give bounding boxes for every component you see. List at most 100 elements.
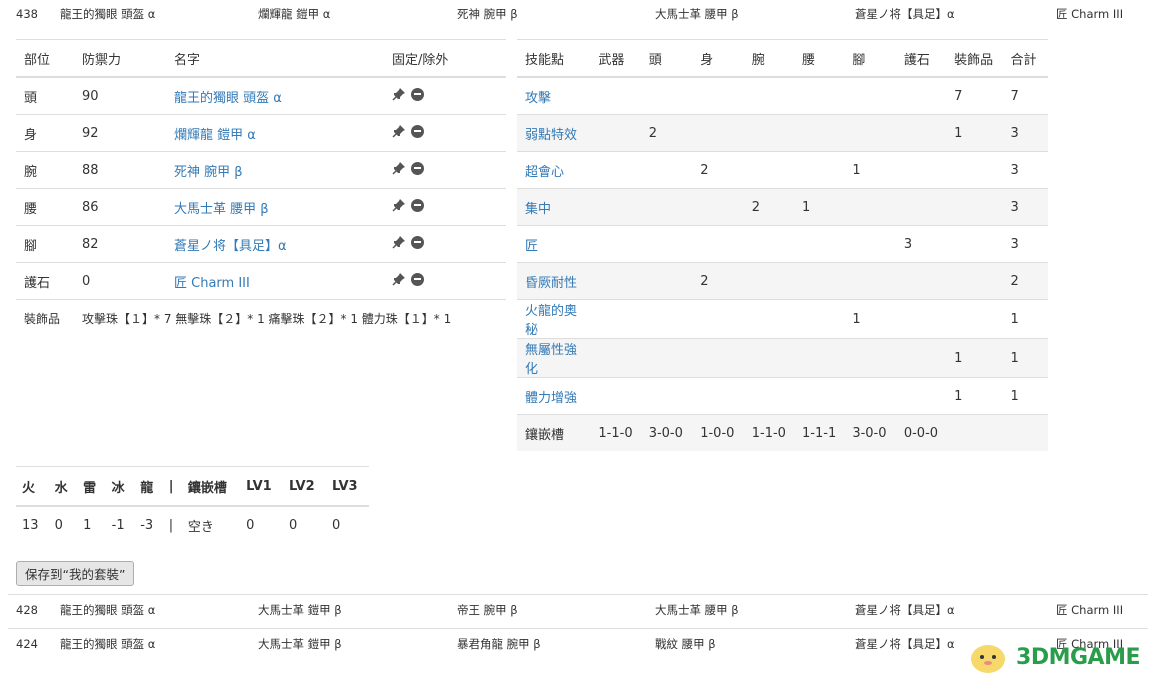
result-score: 438 — [16, 7, 38, 21]
skill-cell — [640, 262, 693, 300]
result-head: 龍王的獨眼 頭盔 α — [60, 603, 156, 617]
skill-cell — [895, 299, 947, 339]
exclude-icon[interactable] — [411, 87, 424, 101]
skill-col-header: 武器 — [590, 39, 641, 78]
equipment-row: 身 92 爛輝龍 鎧甲 α — [16, 114, 506, 152]
equip-name-link[interactable]: 匠 Charm III — [174, 276, 250, 291]
skill-cell — [640, 225, 693, 263]
equipment-row: 腰 86 大馬士革 腰甲 β — [16, 188, 506, 226]
skill-cell — [844, 76, 896, 115]
divider — [8, 594, 1148, 595]
equip-name-link[interactable]: 龍王的獨眼 頭盔 α — [174, 91, 282, 106]
equip-name-link[interactable]: 爛輝龍 鎧甲 α — [174, 128, 256, 143]
skill-cell: 1 — [844, 151, 896, 189]
watermark-text: 3DMGAME — [1016, 644, 1140, 670]
slot-empty — [1002, 414, 1048, 451]
skill-cell — [692, 188, 744, 226]
skill-cell: 3 — [1002, 225, 1048, 263]
exclude-icon[interactable] — [411, 124, 424, 138]
skill-name-link[interactable]: 無屬性強化 — [525, 343, 577, 377]
skill-col-header: 合計 — [1002, 39, 1048, 78]
result-row[interactable]: 428 龍王的獨眼 頭盔 α 大馬士革 鎧甲 β 帝王 腕甲 β 大馬士革 腰甲 β 蒼星… — [8, 596, 1142, 624]
pin-icon[interactable] — [392, 198, 406, 212]
skill-name-link[interactable]: 體力增強 — [525, 391, 577, 406]
result-waist: 大馬士革 腰甲 β — [655, 603, 739, 617]
skill-col-header: 身 — [692, 39, 744, 78]
col-slot: 部位 — [16, 39, 74, 78]
skill-cell — [692, 338, 744, 378]
skill-cell — [794, 76, 845, 115]
result-score: 428 — [16, 603, 38, 617]
equip-defense: 86 — [74, 188, 166, 226]
skill-cell: 2 — [692, 151, 744, 189]
result-chest: 大馬士革 鎧甲 β — [258, 637, 342, 651]
equip-slot: 護石 — [16, 262, 74, 300]
skill-cell — [794, 338, 845, 378]
skill-cell — [743, 262, 795, 300]
skill-name-link[interactable]: 火龍的奧秘 — [525, 304, 577, 338]
skill-col-header: 腰 — [794, 39, 845, 78]
skill-cell — [590, 114, 641, 152]
slot-value: 0-0-0 — [895, 414, 947, 451]
result-row-top[interactable]: 438 龍王的獨眼 頭盔 α 爛輝龍 鎧甲 α 死神 腕甲 β 大馬士革 腰甲 … — [8, 0, 1142, 28]
skill-cell — [590, 299, 641, 339]
pin-icon[interactable] — [392, 124, 406, 138]
skill-name-link[interactable]: 集中 — [525, 202, 551, 217]
equipment-table: 部位 防禦力 名字 固定/除外 頭 90 龍王的獨眼 頭盔 α 身 92 爛輝龍 鎧甲 α… — [16, 39, 506, 336]
skill-cell — [895, 188, 947, 226]
result-legs: 蒼星ノ将【具足】α — [855, 603, 955, 617]
skill-cell: 1 — [946, 338, 1003, 378]
skill-cell — [895, 114, 947, 152]
skill-col-header: 頭 — [640, 39, 693, 78]
skill-name-link[interactable]: 超會心 — [525, 165, 564, 180]
pin-icon[interactable] — [392, 87, 406, 101]
skill-name-link[interactable]: 匠 — [525, 239, 538, 254]
equip-slot: 腳 — [16, 225, 74, 263]
resist-value: | — [162, 505, 182, 543]
skill-header: 技能點 武器頭身腕腰腳護石 裝飾品 合計 — [517, 39, 1048, 78]
skill-cell — [640, 76, 693, 115]
result-chest: 爛輝龍 鎧甲 α — [258, 7, 331, 21]
exclude-icon[interactable] — [411, 161, 424, 175]
slot-empty — [946, 414, 1003, 451]
col-name: 名字 — [166, 39, 384, 78]
jewel-row: 裝飾品 攻擊珠【１】* 7 無擊珠【２】* 1 痛擊珠【２】* 1 體力珠【１】… — [16, 299, 506, 336]
resist-value: 空き — [181, 505, 241, 543]
equip-defense: 88 — [74, 151, 166, 189]
result-arms: 帝王 腕甲 β — [457, 603, 518, 617]
equip-name-link[interactable]: 大馬士革 腰甲 β — [174, 202, 269, 217]
equip-name-link[interactable]: 死神 腕甲 β — [174, 165, 243, 180]
resist-col-header: | — [162, 466, 182, 507]
resist-value: -1 — [105, 505, 135, 543]
exclude-icon[interactable] — [411, 235, 424, 249]
skill-cell — [844, 377, 896, 415]
result-charm: 匠 Charm III — [1056, 603, 1124, 617]
skill-cell: 1 — [946, 377, 1003, 415]
pin-icon[interactable] — [392, 272, 406, 286]
slot-value: 1-1-0 — [590, 414, 641, 451]
pin-icon[interactable] — [392, 161, 406, 175]
skill-cell — [946, 188, 1003, 226]
skill-cell — [743, 114, 795, 152]
pin-icon[interactable] — [392, 235, 406, 249]
skill-cell: 1 — [844, 299, 896, 339]
skill-name-link[interactable]: 攻擊 — [525, 91, 551, 106]
skill-cell: 1 — [946, 114, 1003, 152]
equip-name-link[interactable]: 蒼星ノ将【具足】α — [174, 239, 287, 254]
skill-cell — [743, 338, 795, 378]
skill-name-link[interactable]: 弱點特效 — [525, 128, 577, 143]
exclude-icon[interactable] — [411, 198, 424, 212]
skill-cell: 3 — [895, 225, 947, 263]
skill-name-link[interactable]: 昏厥耐性 — [525, 276, 577, 291]
slot-value: 3-0-0 — [640, 414, 693, 451]
skill-cell — [692, 76, 744, 115]
resist-col-header: 水 — [48, 466, 78, 507]
col-lock: 固定/除外 — [384, 39, 506, 78]
skill-cell — [794, 262, 845, 300]
equip-slot: 身 — [16, 114, 74, 152]
exclude-icon[interactable] — [411, 272, 424, 286]
resist-col-header: LV3 — [325, 466, 369, 507]
save-set-button[interactable]: 保存到“我的套裝” — [16, 561, 135, 586]
result-legs: 蒼星ノ将【具足】α — [855, 637, 955, 651]
skill-cell: 1 — [794, 188, 845, 226]
